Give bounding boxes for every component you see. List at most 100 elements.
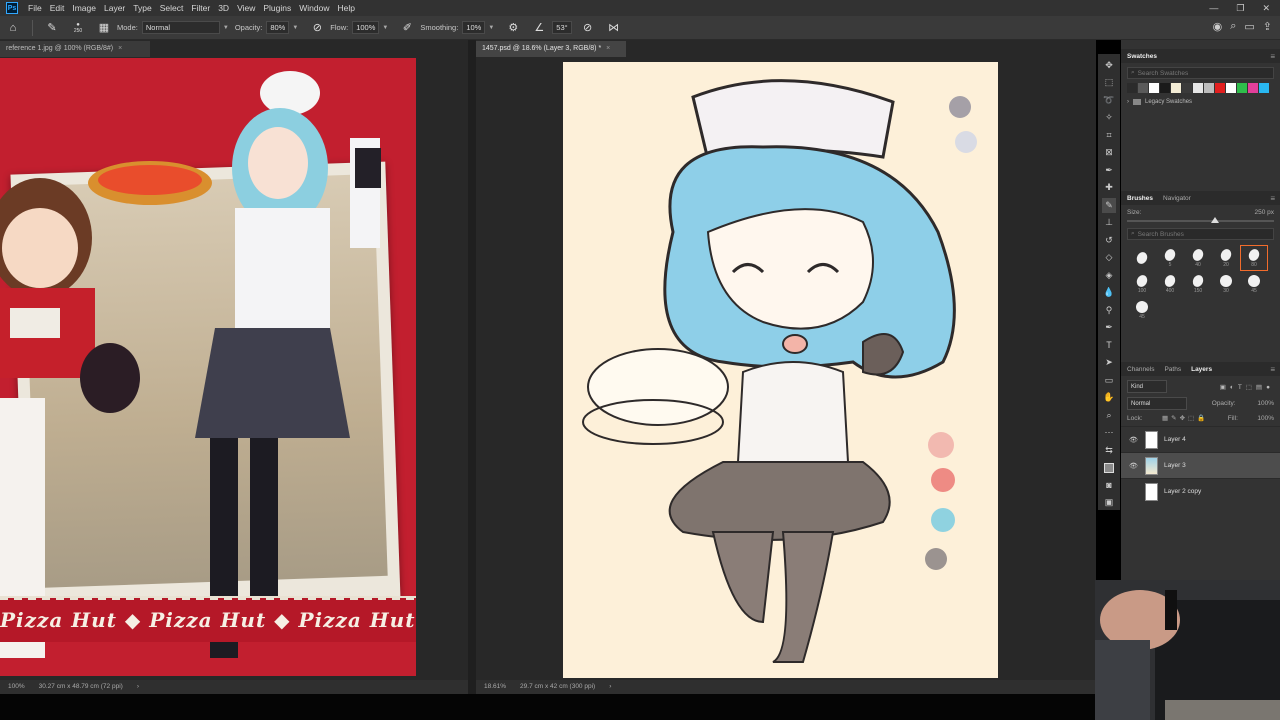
menu-view[interactable]: View <box>233 0 259 16</box>
brush-tip[interactable]: 30 <box>1213 272 1239 296</box>
history-brush-icon[interactable]: ↺ <box>1102 233 1116 248</box>
swatch-color[interactable] <box>1204 83 1214 93</box>
menu-file[interactable]: File <box>24 0 46 16</box>
layer-name[interactable]: Layer 4 <box>1164 436 1186 443</box>
menu-edit[interactable]: Edit <box>46 0 69 16</box>
brushes-search-input[interactable]: ⌕ Search Brushes <box>1127 228 1274 240</box>
layer-name[interactable]: Layer 3 <box>1164 462 1186 469</box>
airbrush-icon[interactable]: ✐ <box>400 21 414 35</box>
menu-layer[interactable]: Layer <box>100 0 129 16</box>
brush-tip[interactable]: 40 <box>1185 246 1211 270</box>
tab-swatches[interactable]: Swatches <box>1127 53 1157 60</box>
brush-tip[interactable]: 45 <box>1241 272 1267 296</box>
chevron-right-icon[interactable]: › <box>137 683 139 690</box>
swatch-color[interactable] <box>1193 83 1203 93</box>
close-icon[interactable]: ✕ <box>1262 3 1270 14</box>
workspace-icon[interactable]: ▭ <box>1244 20 1254 33</box>
canvas-zoom[interactable]: 18.61% <box>484 683 506 690</box>
dodge-tool-icon[interactable]: ⚲ <box>1102 303 1116 318</box>
shape-tool-icon[interactable]: ▭ <box>1102 373 1116 388</box>
smoothing-field[interactable]: 10% <box>462 21 486 34</box>
healing-brush-icon[interactable]: ✚ <box>1102 181 1116 196</box>
menu-plugins[interactable]: Plugins <box>259 0 295 16</box>
layer-row[interactable]: Layer 2 copy <box>1121 478 1280 504</box>
brush-tip[interactable]: 80 <box>1240 245 1268 271</box>
layer-row[interactable]: 👁 Layer 3 <box>1121 452 1280 478</box>
brush-tip[interactable] <box>1129 246 1155 270</box>
pressure-opacity-icon[interactable]: ⊘ <box>310 21 324 35</box>
symmetry-icon[interactable]: ⋈ <box>607 21 621 35</box>
crop-tool-icon[interactable]: ⌗ <box>1102 128 1116 143</box>
slider-knob[interactable] <box>1211 217 1219 223</box>
zoom-tool-icon[interactable]: ⌕ <box>1102 408 1116 423</box>
swatch-color[interactable] <box>1160 83 1170 93</box>
screen-mode-icon[interactable]: ▣ <box>1102 496 1116 511</box>
swatch-color[interactable] <box>1248 83 1258 93</box>
magic-wand-icon[interactable]: ✧ <box>1102 111 1116 126</box>
eyedropper-icon[interactable]: ✒ <box>1102 163 1116 178</box>
tab-reference[interactable]: reference 1.jpg @ 100% (RGB/8#) × <box>0 41 150 57</box>
brush-settings-icon[interactable]: ▦ <box>97 21 111 35</box>
swap-colors-icon[interactable]: ⇆ <box>1102 443 1116 458</box>
tab-canvas[interactable]: 1457.psd @ 18.6% (Layer 3, RGB/8) * × <box>476 41 626 57</box>
menu-type[interactable]: Type <box>129 0 155 16</box>
search-icon[interactable]: ⌕ <box>1230 20 1236 33</box>
layer-row[interactable]: 👁 Layer 4 <box>1121 426 1280 452</box>
eye-icon[interactable]: 👁 <box>1129 462 1139 470</box>
swatch-color[interactable] <box>1215 83 1225 93</box>
drawing-canvas[interactable] <box>563 62 998 678</box>
swatch-color[interactable] <box>1127 83 1137 93</box>
brush-size-value[interactable]: 250 px <box>1254 209 1274 216</box>
layer-name[interactable]: Layer 2 copy <box>1164 488 1201 495</box>
swatch-color[interactable] <box>1149 83 1159 93</box>
path-select-icon[interactable]: ➤ <box>1102 356 1116 371</box>
lasso-tool-icon[interactable]: ➰ <box>1102 93 1116 108</box>
move-tool-icon[interactable]: ✥ <box>1102 58 1116 73</box>
layer-kind-select[interactable]: Kind <box>1127 380 1167 393</box>
swatch-color[interactable] <box>1259 83 1269 93</box>
close-icon[interactable]: × <box>606 45 610 52</box>
blend-mode-select[interactable]: Normal <box>1127 397 1187 410</box>
menu-filter[interactable]: Filter <box>187 0 214 16</box>
blur-tool-icon[interactable]: 💧 <box>1102 286 1116 301</box>
pressure-size-icon[interactable]: ⊘ <box>581 21 595 35</box>
quick-mask-icon[interactable]: ◙ <box>1102 478 1116 493</box>
menu-image[interactable]: Image <box>68 0 100 16</box>
menu-help[interactable]: Help <box>333 0 358 16</box>
restore-icon[interactable]: ❐ <box>1236 3 1244 14</box>
hand-tool-icon[interactable]: ✋ <box>1102 391 1116 406</box>
type-tool-icon[interactable]: T <box>1102 338 1116 353</box>
swatch-color[interactable] <box>1226 83 1236 93</box>
mode-select[interactable]: Normal <box>141 21 220 34</box>
document-splitter[interactable] <box>468 40 476 694</box>
eraser-icon[interactable]: ◇ <box>1102 251 1116 266</box>
menu-3d[interactable]: 3D <box>214 0 233 16</box>
brush-tool-icon[interactable]: ✎ <box>1102 198 1116 213</box>
brush-tip[interactable]: 100 <box>1129 272 1155 296</box>
paint-bucket-icon[interactable]: ◈ <box>1102 268 1116 283</box>
more-tools-icon[interactable]: ⋯ <box>1102 426 1116 441</box>
menu-window[interactable]: Window <box>295 0 333 16</box>
chevron-right-icon[interactable]: › <box>609 683 611 690</box>
legacy-swatches-folder[interactable]: › Legacy Swatches <box>1127 99 1274 105</box>
brush-tip[interactable]: 400 <box>1157 272 1183 296</box>
swatch-color[interactable] <box>1182 83 1192 93</box>
swatch-color[interactable] <box>1171 83 1181 93</box>
menu-select[interactable]: Select <box>156 0 188 16</box>
brush-tip[interactable]: 150 <box>1185 272 1211 296</box>
clone-stamp-icon[interactable]: ⊥ <box>1102 216 1116 231</box>
panel-menu-icon[interactable]: ≡ <box>1270 365 1275 374</box>
brush-size-slider[interactable] <box>1127 217 1274 223</box>
panel-menu-icon[interactable]: ≡ <box>1270 194 1275 203</box>
lock-icons[interactable]: ▦✎✥⬚🔒 <box>1162 414 1208 422</box>
tab-layers[interactable]: Layers <box>1191 366 1212 373</box>
fill-value[interactable]: 100% <box>1257 415 1274 422</box>
minimize-icon[interactable]: — <box>1209 3 1218 13</box>
flow-field[interactable]: 100% <box>352 21 380 34</box>
panel-menu-icon[interactable]: ≡ <box>1270 52 1275 61</box>
brush-tool-icon[interactable]: ✎ <box>45 21 59 35</box>
marquee-tool-icon[interactable]: ⬚ <box>1102 76 1116 91</box>
swatch-color[interactable] <box>1237 83 1247 93</box>
swatches-search-input[interactable]: ⌕ Search Swatches <box>1127 67 1274 79</box>
swatch-color[interactable] <box>1138 83 1148 93</box>
